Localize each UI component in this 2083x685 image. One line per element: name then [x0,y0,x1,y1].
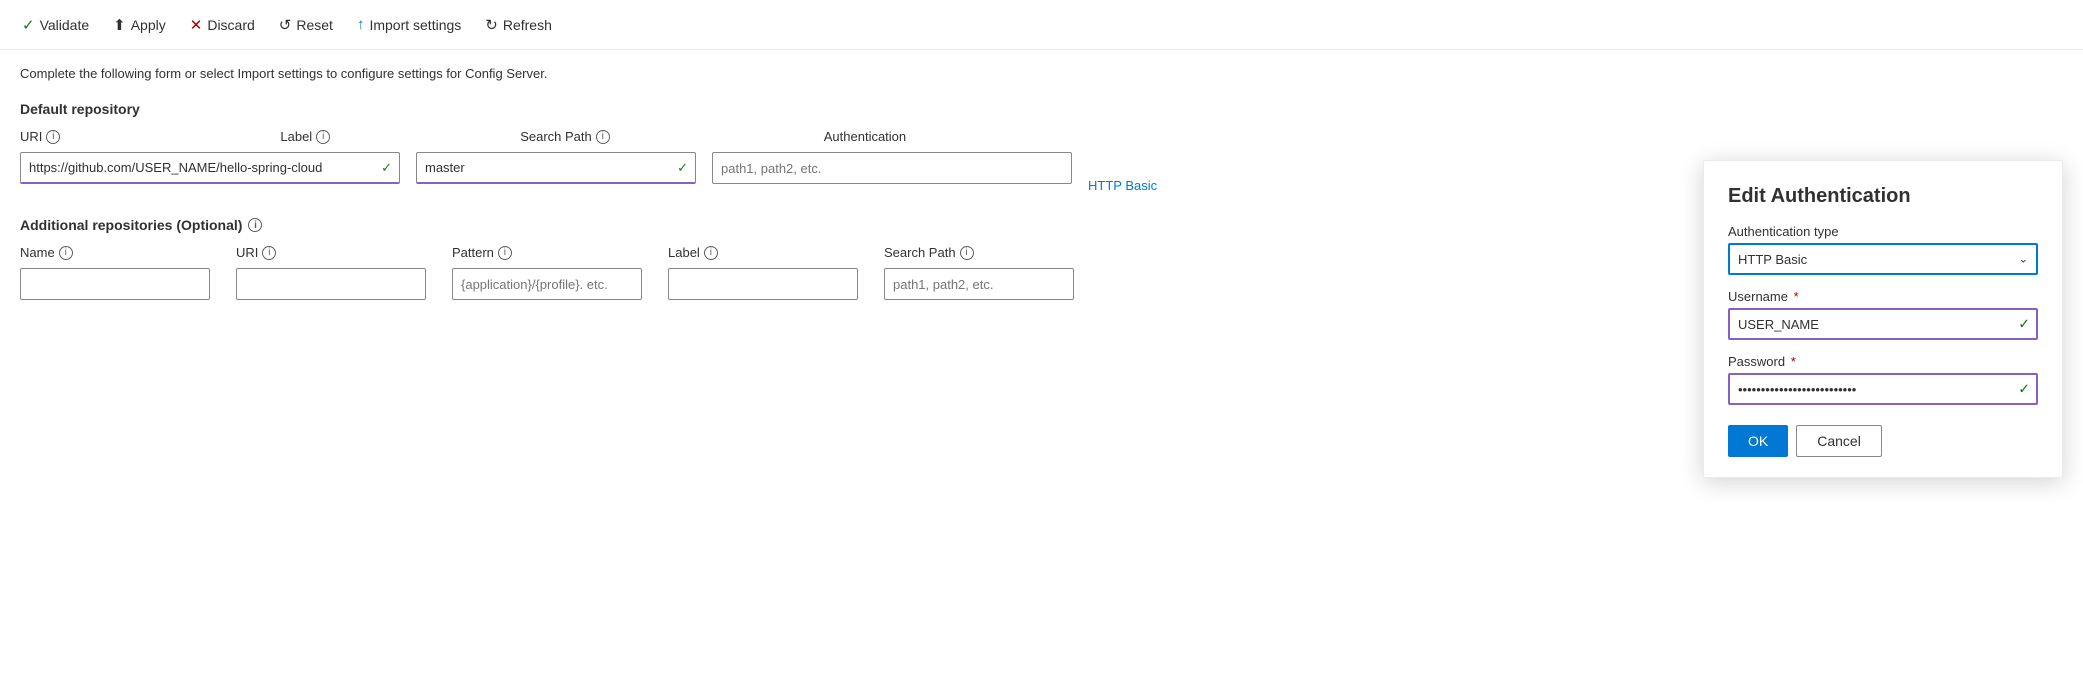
discard-icon: ✕ [190,16,203,34]
add-uri-info-icon[interactable]: i [262,246,276,260]
cancel-button[interactable]: Cancel [1796,425,1882,457]
add-name-info-icon[interactable]: i [59,246,73,260]
toolbar: ✓ Validate ⬆ Apply ✕ Discard ↺ Reset ↑ I… [0,0,2083,50]
password-check-icon: ✓ [2018,381,2030,398]
add-name-col [20,268,220,300]
add-search-path-input[interactable] [884,268,1074,300]
auth-col: HTTP Basic [1088,152,1208,193]
reset-label: Reset [296,17,333,33]
label-field-group-header: Label i [280,129,330,144]
validate-label: Validate [40,17,90,33]
username-field-label: Username * [1728,289,2038,304]
password-input-wrapper: ✓ [1728,373,2038,405]
add-name-label: Name i [20,245,220,260]
add-pattern-label: Pattern i [452,245,652,260]
uri-field-group: URI i [20,129,60,144]
uri-label: URI i [20,129,60,144]
apply-label: Apply [131,17,166,33]
auth-label: Authentication [824,129,906,144]
search-path-field-group-header: Search Path i [520,129,610,144]
add-name-input[interactable] [20,268,210,300]
add-search-path-info-icon[interactable]: i [960,246,974,260]
auth-field-group-header: Authentication [824,129,906,144]
add-pattern-col [452,268,652,300]
uri-info-icon[interactable]: i [46,130,60,144]
add-uri-input[interactable] [236,268,426,300]
default-repo-title: Default repository [20,101,2063,117]
import-settings-button[interactable]: ↑ Import settings [347,10,471,39]
search-path-input-wrapper [712,152,1072,184]
additional-repos-info-icon[interactable]: i [248,218,262,232]
password-field-label: Password * [1728,354,2038,369]
refresh-label: Refresh [503,17,552,33]
import-icon: ↑ [357,16,365,33]
apply-icon: ⬆ [113,16,126,34]
username-required-star: * [1794,289,1799,304]
validate-button[interactable]: ✓ Validate [12,10,99,40]
edit-auth-panel: Edit Authentication Authentication type … [1703,160,2063,478]
add-label-col [668,268,868,300]
password-required-star: * [1791,354,1796,369]
panel-buttons: OK Cancel [1728,425,2038,457]
discard-label: Discard [207,17,254,33]
add-pattern-input[interactable] [452,268,642,300]
username-input-wrapper: ✓ [1728,308,2038,340]
username-check-icon: ✓ [2018,316,2030,333]
search-path-input[interactable] [712,152,1072,184]
add-uri-col [236,268,436,300]
add-search-path-label: Search Path i [884,245,1084,260]
search-path-label: Search Path i [520,129,610,144]
label-input-wrapper: ✓ [416,152,696,184]
ok-button[interactable]: OK [1728,425,1788,457]
username-input[interactable] [1728,308,2038,340]
add-label-label: Label i [668,245,868,260]
search-path-info-icon[interactable]: i [596,130,610,144]
label-info-icon[interactable]: i [316,130,330,144]
add-pattern-info-icon[interactable]: i [498,246,512,260]
uri-check-icon: ✓ [381,160,392,176]
uri-input-wrapper: ✓ [20,152,400,184]
refresh-icon: ↻ [485,16,498,34]
page-description: Complete the following form or select Im… [20,66,2063,81]
label-check-icon: ✓ [677,160,688,176]
add-label-input[interactable] [668,268,858,300]
apply-button[interactable]: ⬆ Apply [103,10,176,40]
uri-input[interactable] [20,152,400,184]
reset-button[interactable]: ↺ Reset [269,10,343,40]
validate-icon: ✓ [22,16,35,34]
default-repo-header-row: URI i Label i Search Path i Authenticati… [20,129,2063,144]
auth-type-label: Authentication type [1728,224,2038,239]
auth-type-select-wrapper: None HTTP Basic SSH ⌄ [1728,243,2038,275]
add-label-info-icon[interactable]: i [704,246,718,260]
import-label: Import settings [369,17,461,33]
auth-type-select[interactable]: None HTTP Basic SSH [1728,243,2038,275]
edit-auth-title: Edit Authentication [1728,185,2038,208]
discard-button[interactable]: ✕ Discard [180,10,265,40]
label-label: Label i [280,129,330,144]
password-input[interactable] [1728,373,2038,405]
add-uri-label: URI i [236,245,436,260]
label-input[interactable] [416,152,696,184]
auth-http-basic-link[interactable]: HTTP Basic [1088,178,1157,193]
add-search-path-col [884,268,1084,300]
reset-icon: ↺ [279,16,292,34]
refresh-button[interactable]: ↻ Refresh [475,10,562,40]
